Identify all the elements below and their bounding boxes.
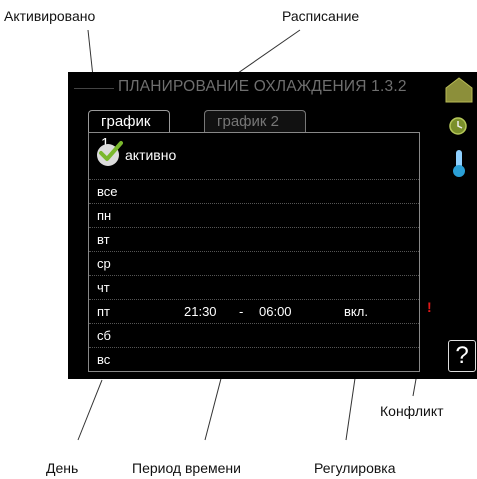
schedule-row[interactable]: вт — [89, 227, 419, 250]
clock-icon[interactable] — [448, 116, 468, 136]
tab-schedule-1[interactable]: график 1 — [88, 110, 170, 152]
thermometer-icon[interactable] — [450, 148, 468, 178]
tab-schedule-2[interactable]: график 2 — [204, 110, 306, 132]
active-toggle[interactable]: активно — [97, 141, 177, 167]
conflict-icon: ! — [427, 299, 432, 315]
row-end: 06:00 — [259, 304, 292, 319]
checkmark-icon — [97, 141, 123, 166]
schedule-row[interactable]: сб — [89, 323, 419, 346]
schedule-row[interactable]: чт — [89, 275, 419, 298]
row-day: вс — [97, 352, 111, 367]
row-start: 21:30 — [184, 304, 217, 319]
row-dash: - — [239, 304, 244, 319]
schedule-row[interactable]: вс — [89, 347, 419, 370]
active-label: активно — [125, 147, 177, 163]
row-day: вт — [97, 232, 110, 247]
title-rule — [74, 88, 114, 89]
row-day: пт — [97, 304, 110, 319]
schedule-panel: активно все пн вт ср чт пт 21:30 - 06:00… — [88, 132, 420, 372]
line-day — [77, 379, 103, 441]
row-day: все — [97, 184, 118, 199]
house-icon[interactable] — [444, 76, 474, 104]
row-day: чт — [97, 280, 110, 295]
schedule-row[interactable]: пт 21:30 - 06:00 вкл. — [89, 299, 419, 322]
schedule-row[interactable]: ср — [89, 251, 419, 274]
schedule-row[interactable]: все — [89, 179, 419, 202]
row-day: пн — [97, 208, 112, 223]
schedule-row[interactable]: пн — [89, 203, 419, 226]
help-icon[interactable]: ? — [448, 340, 476, 372]
row-day: сб — [97, 328, 111, 343]
device-screen: ПЛАНИРОВАНИЕ ОХЛАЖДЕНИЯ 1.3.2 график 1 г… — [68, 72, 477, 379]
row-adjustment: вкл. — [344, 304, 368, 319]
row-day: ср — [97, 256, 111, 271]
screen-title: ПЛАНИРОВАНИЕ ОХЛАЖДЕНИЯ 1.3.2 — [118, 78, 407, 95]
